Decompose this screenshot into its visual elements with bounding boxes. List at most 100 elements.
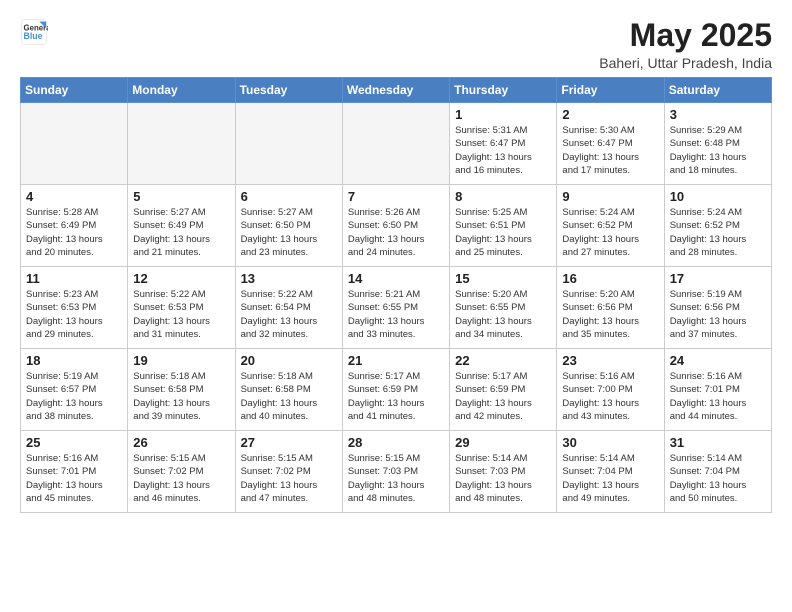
day-number: 8	[455, 189, 551, 204]
page: General Blue May 2025 Baheri, Uttar Prad…	[0, 0, 792, 523]
calendar-cell: 31 Sunrise: 5:14 AMSunset: 7:04 PMDayligh…	[664, 431, 771, 513]
day-number: 22	[455, 353, 551, 368]
logo-icon: General Blue	[20, 18, 48, 46]
calendar-cell: 24Sunrise: 5:16 AMSunset: 7:01 PMDayligh…	[664, 349, 771, 431]
cell-info: Sunrise: 5:17 AMSunset: 6:59 PMDaylight:…	[348, 370, 444, 423]
day-number: 14	[348, 271, 444, 286]
cell-info: Sunrise: 5:17 AMSunset: 6:59 PMDaylight:…	[455, 370, 551, 423]
calendar-cell: 5 Sunrise: 5:27 AMSunset: 6:49 PMDaylight…	[128, 185, 235, 267]
calendar-cell: 14 Sunrise: 5:21 AMSunset: 6:55 PMDayligh…	[342, 267, 449, 349]
cell-info: Sunrise: 5:28 AMSunset: 6:49 PMDaylight:…	[26, 206, 122, 259]
calendar-cell	[128, 103, 235, 185]
cell-info: Sunrise: 5:31 AMSunset: 6:47 PMDaylight:…	[455, 124, 551, 177]
location-subtitle: Baheri, Uttar Pradesh, India	[599, 55, 772, 71]
header-cell-friday: Friday	[557, 78, 664, 103]
day-number: 12	[133, 271, 229, 286]
cell-info: Sunrise: 5:25 AMSunset: 6:51 PMDaylight:…	[455, 206, 551, 259]
cell-info: Sunrise: 5:15 AMSunset: 7:03 PMDaylight:…	[348, 452, 444, 505]
day-number: 23	[562, 353, 658, 368]
header-cell-monday: Monday	[128, 78, 235, 103]
title-block: May 2025 Baheri, Uttar Pradesh, India	[599, 18, 772, 71]
calendar-cell: 17 Sunrise: 5:19 AMSunset: 6:56 PMDayligh…	[664, 267, 771, 349]
calendar-cell: 15 Sunrise: 5:20 AMSunset: 6:55 PMDayligh…	[450, 267, 557, 349]
day-number: 27	[241, 435, 337, 450]
calendar-cell	[21, 103, 128, 185]
calendar-cell: 27Sunrise: 5:15 AMSunset: 7:02 PMDayligh…	[235, 431, 342, 513]
header-cell-sunday: Sunday	[21, 78, 128, 103]
cell-info: Sunrise: 5:18 AMSunset: 6:58 PMDaylight:…	[241, 370, 337, 423]
calendar-header-row: SundayMondayTuesdayWednesdayThursdayFrid…	[21, 78, 772, 103]
calendar-cell: 20Sunrise: 5:18 AMSunset: 6:58 PMDayligh…	[235, 349, 342, 431]
header-cell-wednesday: Wednesday	[342, 78, 449, 103]
calendar-cell: 18 Sunrise: 5:19 AMSunset: 6:57 PMDayligh…	[21, 349, 128, 431]
calendar-cell: 2Sunrise: 5:30 AMSunset: 6:47 PMDaylight…	[557, 103, 664, 185]
cell-info: Sunrise: 5:14 AMSunset: 7:04 PMDaylight:…	[670, 452, 766, 505]
cell-info: Sunrise: 5:16 AMSunset: 7:00 PMDaylight:…	[562, 370, 658, 423]
calendar-cell: 22 Sunrise: 5:17 AMSunset: 6:59 PMDayligh…	[450, 349, 557, 431]
day-number: 13	[241, 271, 337, 286]
day-number: 17	[670, 271, 766, 286]
cell-info: Sunrise: 5:14 AMSunset: 7:04 PMDaylight:…	[562, 452, 658, 505]
day-number: 18	[26, 353, 122, 368]
header: General Blue May 2025 Baheri, Uttar Prad…	[20, 18, 772, 71]
calendar-cell: 7Sunrise: 5:26 AMSunset: 6:50 PMDaylight…	[342, 185, 449, 267]
calendar-cell: 30 Sunrise: 5:14 AMSunset: 7:04 PMDayligh…	[557, 431, 664, 513]
day-number: 15	[455, 271, 551, 286]
day-number: 28	[348, 435, 444, 450]
calendar-week-2: 4 Sunrise: 5:28 AMSunset: 6:49 PMDaylight…	[21, 185, 772, 267]
cell-info: Sunrise: 5:16 AMSunset: 7:01 PMDaylight:…	[670, 370, 766, 423]
calendar-body: 1 Sunrise: 5:31 AMSunset: 6:47 PMDaylight…	[21, 103, 772, 513]
cell-info: Sunrise: 5:22 AMSunset: 6:54 PMDaylight:…	[241, 288, 337, 341]
cell-info: Sunrise: 5:19 AMSunset: 6:56 PMDaylight:…	[670, 288, 766, 341]
day-number: 16	[562, 271, 658, 286]
day-number: 19	[133, 353, 229, 368]
day-number: 29	[455, 435, 551, 450]
day-number: 30	[562, 435, 658, 450]
day-number: 25	[26, 435, 122, 450]
calendar-week-1: 1 Sunrise: 5:31 AMSunset: 6:47 PMDaylight…	[21, 103, 772, 185]
calendar-cell: 19Sunrise: 5:18 AMSunset: 6:58 PMDayligh…	[128, 349, 235, 431]
cell-info: Sunrise: 5:20 AMSunset: 6:55 PMDaylight:…	[455, 288, 551, 341]
calendar-cell	[235, 103, 342, 185]
logo: General Blue	[20, 18, 48, 46]
cell-info: Sunrise: 5:15 AMSunset: 7:02 PMDaylight:…	[133, 452, 229, 505]
day-number: 31	[670, 435, 766, 450]
day-number: 1	[455, 107, 551, 122]
cell-info: Sunrise: 5:24 AMSunset: 6:52 PMDaylight:…	[670, 206, 766, 259]
calendar-cell: 12 Sunrise: 5:22 AMSunset: 6:53 PMDayligh…	[128, 267, 235, 349]
cell-info: Sunrise: 5:14 AMSunset: 7:03 PMDaylight:…	[455, 452, 551, 505]
day-number: 6	[241, 189, 337, 204]
cell-info: Sunrise: 5:20 AMSunset: 6:56 PMDaylight:…	[562, 288, 658, 341]
day-number: 2	[562, 107, 658, 122]
cell-info: Sunrise: 5:19 AMSunset: 6:57 PMDaylight:…	[26, 370, 122, 423]
calendar-week-4: 18 Sunrise: 5:19 AMSunset: 6:57 PMDayligh…	[21, 349, 772, 431]
calendar-cell: 3 Sunrise: 5:29 AMSunset: 6:48 PMDaylight…	[664, 103, 771, 185]
cell-info: Sunrise: 5:21 AMSunset: 6:55 PMDaylight:…	[348, 288, 444, 341]
calendar-cell: 6Sunrise: 5:27 AMSunset: 6:50 PMDaylight…	[235, 185, 342, 267]
calendar-cell	[342, 103, 449, 185]
calendar-cell: 26 Sunrise: 5:15 AMSunset: 7:02 PMDayligh…	[128, 431, 235, 513]
day-number: 21	[348, 353, 444, 368]
month-year-title: May 2025	[599, 18, 772, 53]
day-number: 11	[26, 271, 122, 286]
calendar-cell: 21 Sunrise: 5:17 AMSunset: 6:59 PMDayligh…	[342, 349, 449, 431]
day-number: 3	[670, 107, 766, 122]
day-number: 26	[133, 435, 229, 450]
calendar-cell: 13 Sunrise: 5:22 AMSunset: 6:54 PMDayligh…	[235, 267, 342, 349]
day-number: 7	[348, 189, 444, 204]
header-cell-tuesday: Tuesday	[235, 78, 342, 103]
cell-info: Sunrise: 5:22 AMSunset: 6:53 PMDaylight:…	[133, 288, 229, 341]
day-number: 9	[562, 189, 658, 204]
header-cell-thursday: Thursday	[450, 78, 557, 103]
cell-info: Sunrise: 5:27 AMSunset: 6:49 PMDaylight:…	[133, 206, 229, 259]
cell-info: Sunrise: 5:29 AMSunset: 6:48 PMDaylight:…	[670, 124, 766, 177]
cell-info: Sunrise: 5:16 AMSunset: 7:01 PMDaylight:…	[26, 452, 122, 505]
header-cell-saturday: Saturday	[664, 78, 771, 103]
calendar-cell: 9 Sunrise: 5:24 AMSunset: 6:52 PMDaylight…	[557, 185, 664, 267]
calendar-cell: 1 Sunrise: 5:31 AMSunset: 6:47 PMDaylight…	[450, 103, 557, 185]
calendar-cell: 10Sunrise: 5:24 AMSunset: 6:52 PMDayligh…	[664, 185, 771, 267]
day-number: 5	[133, 189, 229, 204]
cell-info: Sunrise: 5:23 AMSunset: 6:53 PMDaylight:…	[26, 288, 122, 341]
cell-info: Sunrise: 5:24 AMSunset: 6:52 PMDaylight:…	[562, 206, 658, 259]
day-number: 4	[26, 189, 122, 204]
